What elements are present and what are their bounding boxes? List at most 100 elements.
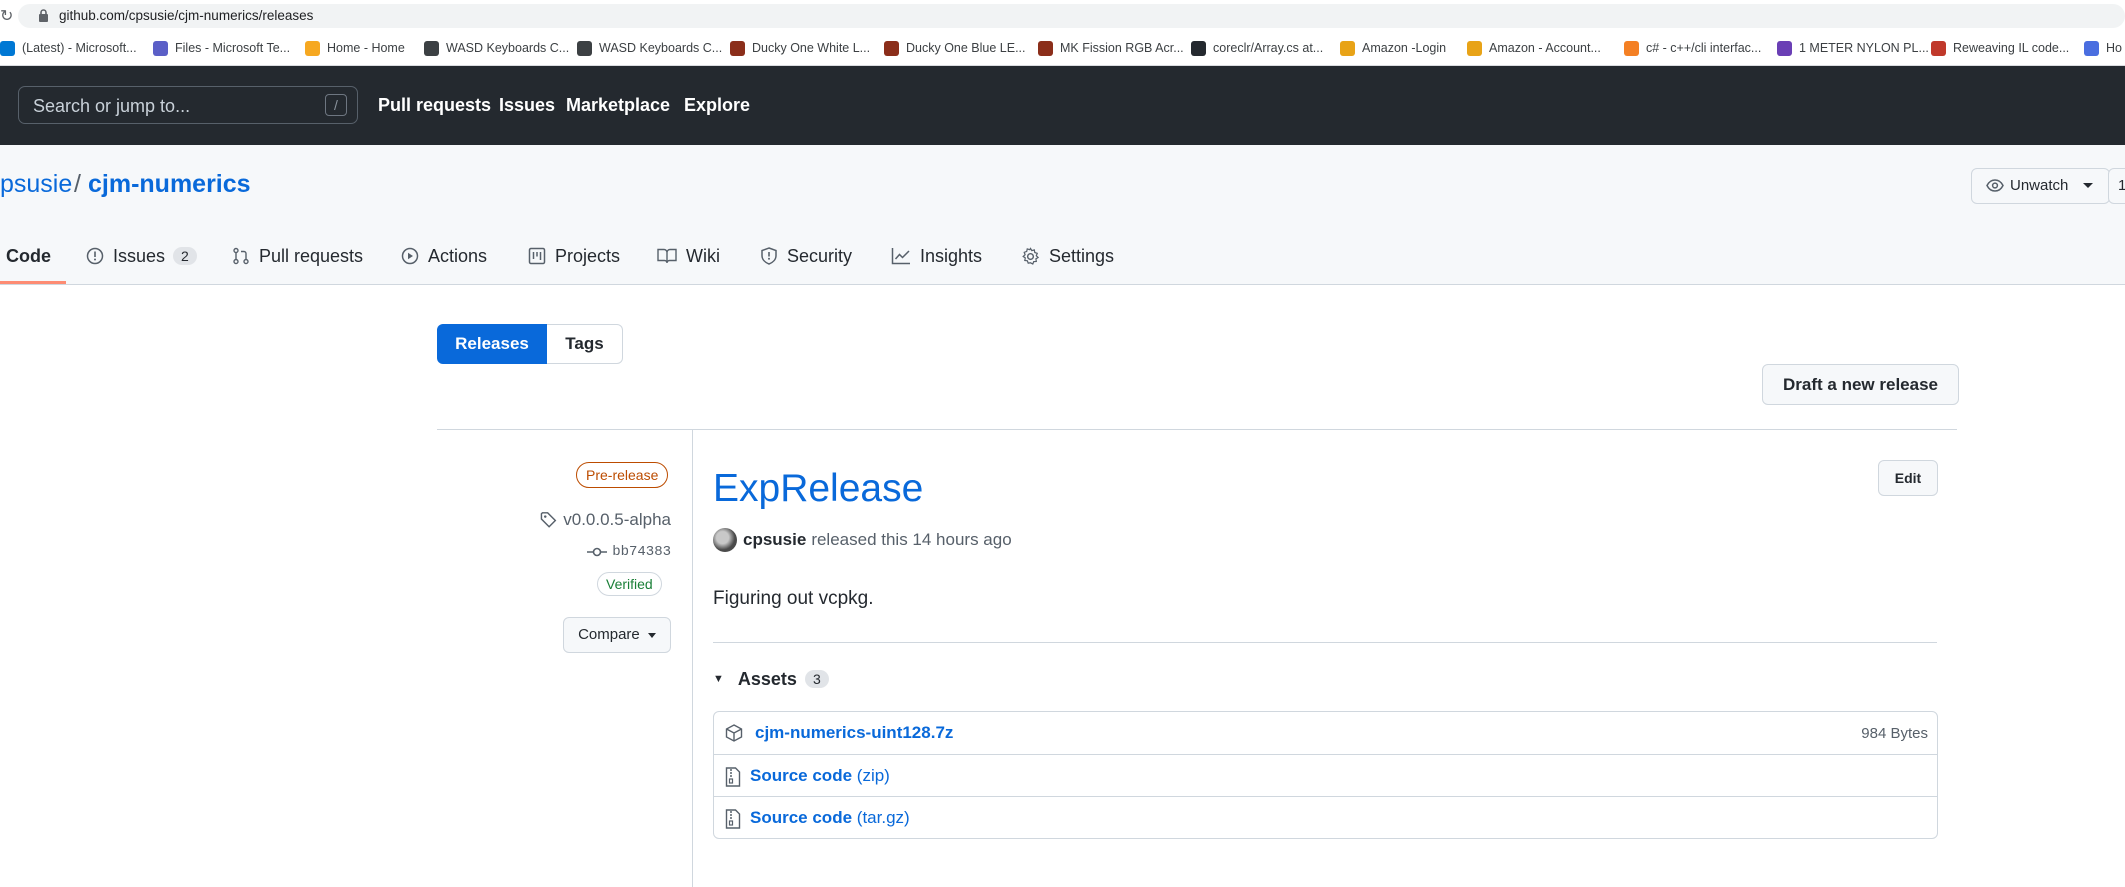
nav-issues[interactable]: Issues (499, 95, 555, 116)
amazon-icon (1467, 40, 1482, 56)
bookmark-label: Amazon - Account... (1489, 41, 1601, 55)
bookmark-item[interactable]: WASD Keyboards C... (577, 39, 722, 57)
bookmark-item[interactable]: (Latest) - Microsoft... (0, 39, 137, 57)
bookmark-label: MK Fission RGB Acr... (1060, 41, 1184, 55)
star-button[interactable]: 1 (2108, 168, 2125, 204)
nav-explore[interactable]: Explore (684, 95, 750, 116)
tab-issues-label: Issues (113, 245, 166, 266)
tab-settings-label: Settings (1049, 245, 1115, 266)
url-field[interactable]: github.com/cpsusie/cjm-numerics/releases (18, 4, 2125, 28)
tab-issues[interactable]: Issues 2 (86, 244, 197, 268)
tag-icon (540, 512, 557, 528)
nav-marketplace[interactable]: Marketplace (566, 95, 670, 116)
compare-button[interactable]: Compare (563, 617, 671, 653)
ducky-icon (1038, 40, 1053, 56)
tab-wiki[interactable]: Wiki (657, 244, 720, 268)
release-commit-link[interactable]: bb74383 (540, 542, 671, 562)
pre-release-badge: Pre-release (576, 462, 669, 488)
triangle-down-icon: ▼ (713, 673, 724, 685)
bookmark-label: c# - c++/cli interfac... (1646, 41, 1762, 55)
keyboard-icon (577, 40, 592, 56)
draft-new-release-button[interactable]: Draft a new release (1762, 364, 1959, 405)
assets-toggle[interactable]: ▼ Assets 3 (713, 667, 829, 691)
nav-pull-requests[interactable]: Pull requests (378, 95, 491, 116)
bookmark-label: 1 METER NYLON PL... (1799, 41, 1929, 55)
bookmark-item[interactable]: c# - c++/cli interfac... (1624, 39, 1761, 57)
tab-settings[interactable]: Settings (1021, 244, 1114, 268)
search-placeholder: Search or jump to... (33, 96, 191, 116)
bookmark-icon (2084, 40, 2099, 56)
bookmarks-bar: (Latest) - Microsoft... Files - Microsoft… (0, 31, 2125, 66)
asset-download-link[interactable]: cjm-numerics-uint128.7z (755, 723, 953, 743)
bookmark-item[interactable]: MK Fission RGB Acr... (1038, 39, 1184, 57)
bookmark-item[interactable]: Ducky One Blue LE... (884, 39, 1026, 57)
author-link[interactable]: cpsusie (743, 530, 806, 550)
source-code-label: Source code (750, 766, 853, 785)
caret-down-icon (647, 632, 656, 638)
issue-icon (86, 247, 104, 265)
issues-counter: 2 (173, 247, 197, 265)
bookmark-label: Amazon -Login (1362, 41, 1447, 55)
tags-toggle-button[interactable]: Tags (547, 324, 623, 364)
shield-icon (761, 247, 777, 265)
play-icon (401, 247, 419, 265)
source-code-zip-link[interactable]: Source code (zip) (750, 766, 890, 786)
browser-address-bar: ↻ github.com/cpsusie/cjm-numerics/releas… (0, 0, 2125, 31)
section-divider (437, 429, 1957, 430)
release-tag-link[interactable]: v0.0.0.5-alpha (540, 508, 671, 532)
unwatch-button[interactable]: Unwatch (1971, 168, 2110, 204)
tab-security[interactable]: Security (760, 244, 852, 268)
lock-icon (38, 9, 49, 27)
edit-release-button[interactable]: Edit (1878, 460, 1938, 496)
graph-icon (891, 248, 910, 265)
releases-toggle-button[interactable]: Releases (437, 324, 547, 364)
asset-row: cjm-numerics-uint128.7z 984 Bytes (714, 712, 1937, 754)
reload-icon[interactable]: ↻ (0, 6, 13, 26)
tab-projects-label: Projects (555, 245, 621, 266)
bookmark-item[interactable]: Ducky One White L... (730, 39, 870, 57)
unwatch-label: Unwatch (2010, 177, 2069, 194)
source-code-format: (tar.gz) (856, 808, 910, 827)
repo-name-link[interactable]: cjm-numerics (88, 170, 251, 199)
bookmark-label: WASD Keyboards C... (599, 41, 723, 55)
release-title[interactable]: ExpRelease (713, 467, 923, 511)
tab-projects[interactable]: Projects (528, 244, 620, 268)
tab-insights-label: Insights (920, 245, 983, 266)
bookmark-item[interactable]: coreclr/Array.cs at... (1191, 39, 1323, 57)
star-count: 1 (2118, 177, 2125, 194)
tab-pull-requests[interactable]: Pull requests (232, 244, 363, 268)
home-icon (305, 40, 320, 56)
active-tab-indicator (0, 281, 66, 284)
repo-owner-link[interactable]: psusie (0, 170, 72, 199)
bookmark-item[interactable]: Home - Home (305, 39, 405, 57)
bookmark-label: Ducky One Blue LE... (906, 41, 1026, 55)
verified-badge[interactable]: Verified (597, 572, 662, 596)
tab-insights[interactable]: Insights (891, 244, 982, 268)
package-icon (725, 724, 743, 742)
search-input[interactable]: Search or jump to... / (18, 86, 358, 124)
bookmark-item[interactable]: Reweaving IL code... (1931, 39, 2069, 57)
tab-code[interactable]: Code (6, 244, 51, 268)
stackoverflow-icon (1624, 40, 1639, 56)
source-code-targz-link[interactable]: Source code (tar.gz) (750, 808, 910, 828)
bookmark-item[interactable]: WASD Keyboards C... (424, 39, 569, 57)
bookmark-label: coreclr/Array.cs at... (1213, 41, 1324, 55)
bookmark-item[interactable]: Amazon - Account... (1467, 39, 1601, 57)
release-commit-sha: bb74383 (612, 544, 671, 560)
file-zip-icon (725, 767, 741, 787)
pull-request-icon (233, 247, 249, 265)
github-icon (1191, 40, 1206, 56)
avatar[interactable] (713, 528, 737, 552)
bookmark-label: Files - Microsoft Te... (175, 41, 291, 55)
bookmark-item[interactable]: Amazon -Login (1340, 39, 1446, 57)
tab-actions[interactable]: Actions (401, 244, 487, 268)
source-code-label: Source code (750, 808, 853, 827)
assets-counter: 3 (804, 670, 829, 688)
microsoft-icon (0, 40, 15, 56)
search-shortcut-key: / (325, 94, 347, 116)
assets-list: cjm-numerics-uint128.7z 984 Bytes Source… (713, 711, 1938, 839)
bookmark-item[interactable]: Files - Microsoft Te... (153, 39, 290, 57)
bookmark-label: Home - Home (327, 41, 405, 55)
bookmark-item[interactable]: 1 METER NYLON PL... (1777, 39, 1929, 57)
bookmark-item[interactable]: Ho (2084, 39, 2122, 57)
